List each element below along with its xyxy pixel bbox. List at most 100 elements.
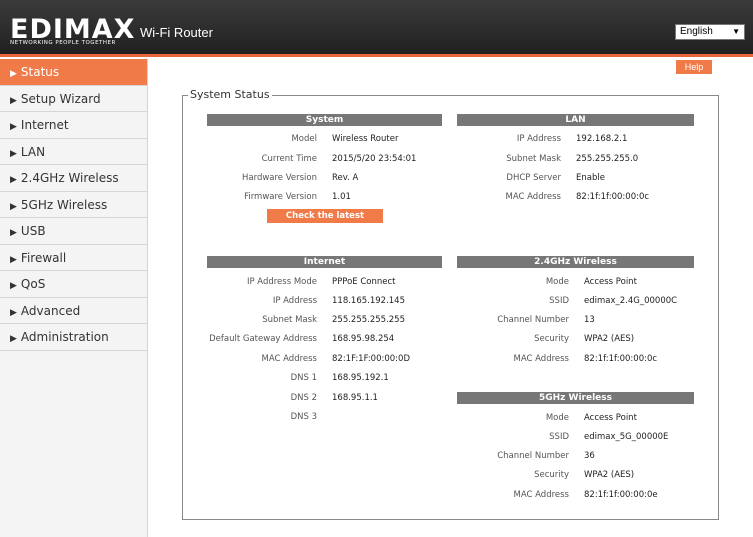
wifi5-ssid-value: edimax_5G_00000E: [584, 432, 669, 442]
triangle-right-icon: ▶: [10, 148, 17, 159]
sidebar-item-label: LAN: [20, 144, 46, 159]
internet-mode-value: PPPoE Connect: [332, 277, 396, 287]
wifi24-mode-value: Access Point: [584, 277, 637, 287]
internet-dns1-value: 168.95.192.1: [332, 373, 389, 383]
wifi5-mode-label: Mode: [545, 413, 569, 423]
wifi24-ssid-label: SSID: [549, 296, 569, 306]
lan-mask-value: 255.255.255.0: [576, 154, 639, 164]
product-title: Wi-Fi Router: [140, 25, 213, 40]
triangle-right-icon: ▶: [10, 122, 17, 132]
internet-gateway-label: Default Gateway Address: [209, 334, 317, 344]
wifi5-ssid-label: SSID: [549, 432, 569, 442]
sidebar-item-label: USB: [20, 224, 46, 238]
header-bar: EDIMAX NETWORKING PEOPLE TOGETHER Wi-Fi …: [0, 0, 753, 57]
wireless-5ghz-section-header: 5GHz Wireless: [457, 392, 694, 404]
sidebar-item-label: Administration: [20, 330, 109, 344]
sidebar-item-label: 2.4GHz Wireless: [20, 171, 119, 185]
triangle-right-icon: ▶: [10, 175, 17, 185]
edimax-logo: EDIMAX: [10, 14, 136, 45]
wifi5-security-value: WPA2 (AES): [584, 470, 635, 480]
wifi24-security-value: WPA2 (AES): [584, 334, 635, 344]
sidebar-item-lan[interactable]: ▶ LAN: [0, 138, 147, 165]
system-section-header: System: [207, 114, 442, 126]
language-value: English: [680, 26, 713, 37]
internet-mask-value: 255.255.255.255: [332, 315, 406, 325]
sidebar-item-24ghz-wireless[interactable]: ▶ 2.4GHz Wireless: [0, 165, 147, 192]
system-hw-label: Hardware Version: [242, 173, 317, 183]
internet-section-header: Internet: [207, 256, 442, 268]
wifi24-mac-value: 82:1f:1f:00:00:0c: [584, 354, 658, 364]
sidebar-item-5ghz-wireless[interactable]: ▶ 5GHz Wireless: [0, 191, 147, 218]
sidebar-item-usb[interactable]: ▶ USB: [0, 218, 147, 245]
system-fw-label: Firmware Version: [244, 192, 317, 202]
wifi5-mac-label: MAC Address: [513, 490, 570, 500]
triangle-right-icon: ▶: [10, 95, 17, 106]
internet-ip-value: 118.165.192.145: [332, 296, 406, 306]
internet-gateway-value: 168.95.98.254: [332, 334, 395, 344]
sidebar-item-label: Setup Wizard: [20, 91, 101, 106]
system-hw-value: Rev. A: [332, 173, 359, 183]
system-fw-value: 1.01: [332, 192, 351, 202]
internet-dns2-label: DNS 2: [290, 393, 317, 403]
lan-mac-value: 82:1f:1f:00:00:0c: [576, 192, 650, 202]
triangle-right-icon: ▶: [10, 201, 17, 212]
internet-mask-label: Subnet Mask: [262, 315, 317, 325]
triangle-right-icon: ▶: [10, 254, 17, 265]
internet-ip-label: IP Address: [272, 296, 317, 306]
logo-tagline: NETWORKING PEOPLE TOGETHER: [10, 40, 116, 46]
wifi24-mac-label: MAC Address: [513, 354, 570, 364]
wifi24-channel-value: 13: [584, 315, 595, 325]
sidebar-item-status[interactable]: ▶ Status: [0, 59, 147, 86]
system-status-legend: System Status: [188, 88, 272, 101]
triangle-right-icon: ▶: [10, 69, 17, 79]
triangle-right-icon: ▶: [10, 307, 17, 318]
internet-dns2-value: 168.95.1.1: [332, 393, 378, 403]
sidebar-item-label: Status: [20, 65, 60, 79]
chevron-down-icon: ▼: [732, 27, 740, 36]
lan-mac-label: MAC Address: [505, 192, 562, 202]
system-time-label: Current Time: [261, 154, 317, 164]
check-latest-version-button[interactable]: Check the latest version: [267, 209, 383, 235]
system-time-value: 2015/5/20 23:54:01: [332, 154, 417, 164]
header-accent-stripe: [0, 54, 753, 57]
triangle-right-icon: ▶: [10, 228, 17, 238]
sidebar-item-advanced[interactable]: ▶ Advanced: [0, 297, 147, 324]
internet-dns3-label: DNS 3: [290, 412, 317, 422]
wifi24-security-label: Security: [534, 334, 569, 344]
system-model-value: Wireless Router: [332, 134, 399, 144]
sidebar-item-setup-wizard[interactable]: ▶ Setup Wizard: [0, 85, 147, 112]
wifi24-mode-label: Mode: [545, 277, 569, 287]
lan-section-header: LAN: [457, 114, 694, 126]
wifi5-mode-value: Access Point: [584, 413, 637, 423]
sidebar-item-label: QoS: [20, 277, 46, 291]
internet-mode-label: IP Address Mode: [246, 277, 317, 287]
sidebar-item-label: 5GHz Wireless: [20, 197, 108, 212]
sidebar-item-label: Internet: [20, 118, 69, 132]
sidebar-item-qos[interactable]: ▶ QoS: [0, 271, 147, 298]
lan-dhcp-label: DHCP Server: [506, 173, 561, 183]
wifi24-ssid-value: edimax_2.4G_00000C: [584, 296, 678, 306]
sidebar-item-administration[interactable]: ▶ Administration: [0, 324, 147, 351]
wifi5-security-label: Security: [534, 470, 569, 480]
wifi5-channel-value: 36: [584, 451, 595, 461]
language-select[interactable]: English ▼: [675, 24, 745, 40]
lan-ip-label: IP Address: [516, 134, 561, 144]
sidebar-item-label: Firewall: [20, 250, 67, 265]
lan-ip-value: 192.168.2.1: [576, 134, 628, 144]
wireless-24ghz-section-header: 2.4GHz Wireless: [457, 256, 694, 268]
lan-mask-label: Subnet Mask: [506, 154, 561, 164]
help-button[interactable]: Help: [676, 60, 712, 74]
wifi24-channel-label: Channel Number: [497, 315, 569, 325]
sidebar-item-internet[interactable]: ▶ Internet: [0, 112, 147, 139]
lan-dhcp-value: Enable: [576, 173, 605, 183]
sidebar: ▶ Status ▶ Setup Wizard ▶ Internet ▶ LAN ▶ 2.…: [0, 59, 148, 537]
triangle-right-icon: ▶: [10, 334, 17, 344]
wifi5-channel-label: Channel Number: [497, 451, 569, 461]
triangle-right-icon: ▶: [10, 281, 17, 291]
internet-dns1-label: DNS 1: [290, 373, 317, 383]
sidebar-item-label: Advanced: [20, 303, 81, 318]
sidebar-item-firewall[interactable]: ▶ Firewall: [0, 244, 147, 271]
wifi5-mac-value: 82:1f:1f:00:00:0e: [584, 490, 658, 500]
internet-mac-label: MAC Address: [261, 354, 318, 364]
system-model-label: Model: [291, 134, 317, 144]
